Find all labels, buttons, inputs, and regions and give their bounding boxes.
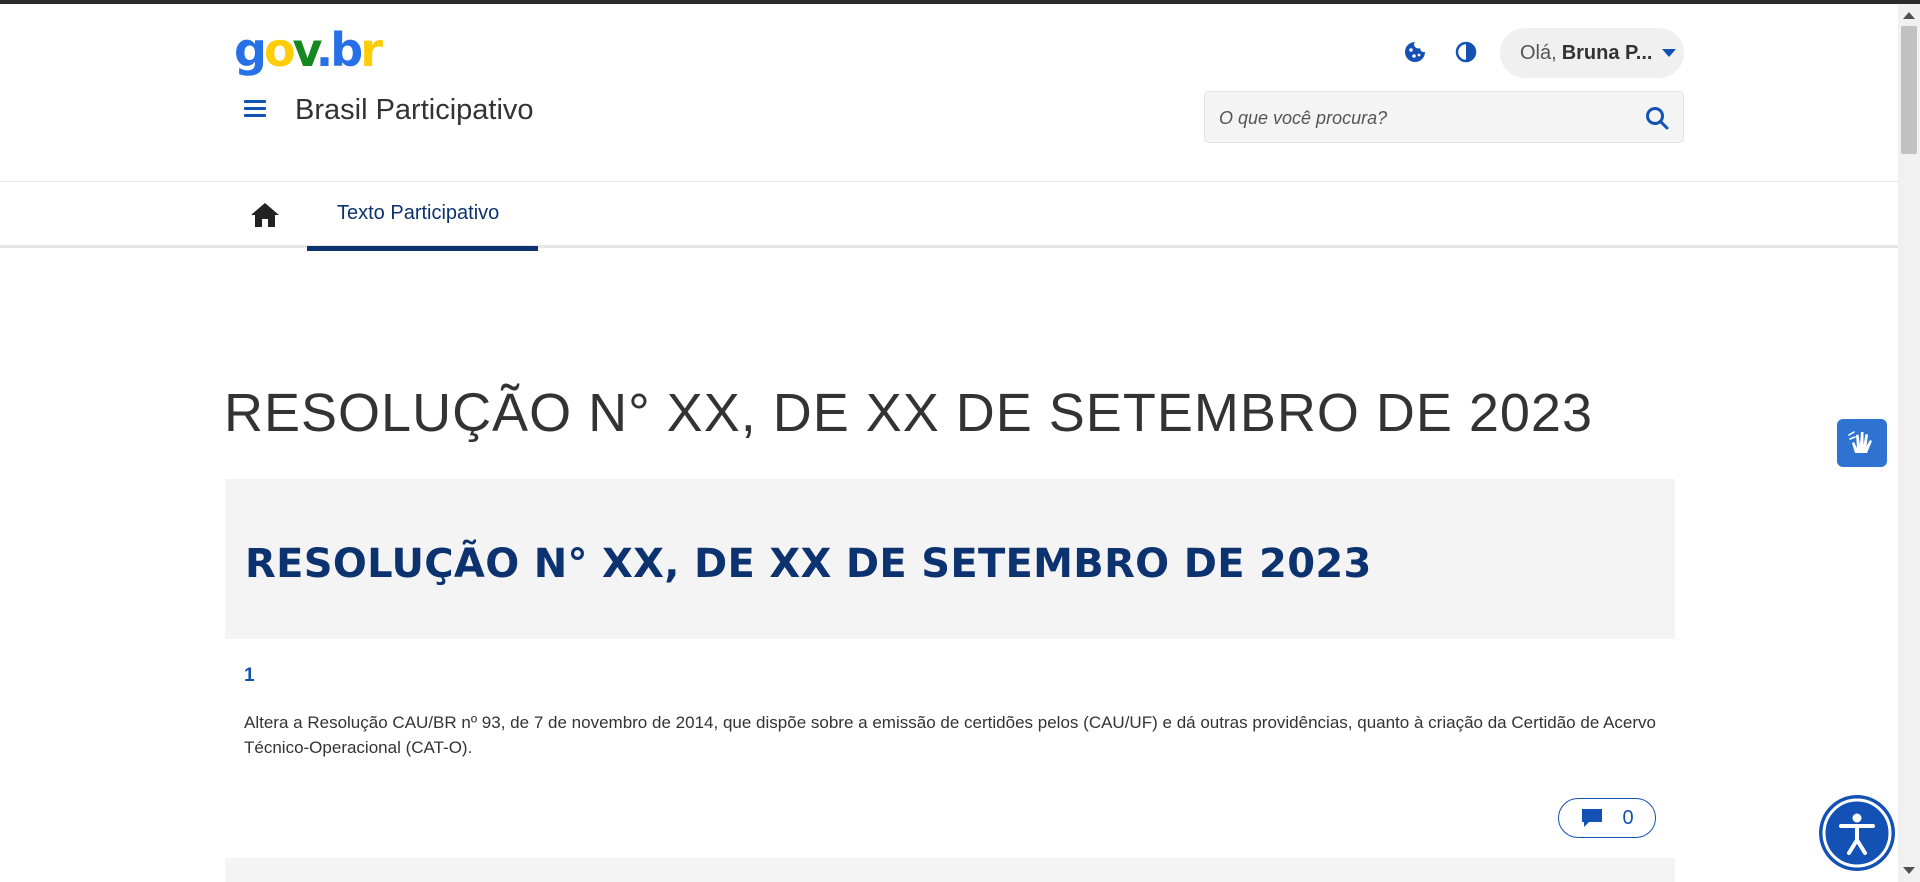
user-name: Bruna P...	[1561, 41, 1653, 64]
contrast-icon[interactable]	[1448, 34, 1484, 70]
search-box	[1204, 91, 1684, 143]
site-header: gov.br Brasil Participativo Olá, Bruna P…	[0, 4, 1898, 182]
comment-count: 0	[1622, 806, 1634, 829]
tab-bar: Texto Participativo	[0, 182, 1898, 251]
comment-icon	[1582, 809, 1603, 827]
user-greeting: Olá,	[1520, 41, 1557, 64]
active-tab-indicator	[307, 246, 538, 251]
user-menu-button[interactable]: Olá, Bruna P...	[1500, 28, 1684, 78]
article-number: 1	[244, 665, 255, 686]
document-header-card: RESOLUÇÃO N° XX, DE XX DE SETEMBRO DE 20…	[225, 479, 1675, 639]
comment-button[interactable]: 0	[1558, 798, 1656, 838]
vertical-scrollbar[interactable]	[1898, 4, 1920, 882]
accessibility-icon[interactable]	[1802, 786, 1912, 880]
tab-label: Texto Participativo	[337, 202, 500, 224]
search-icon[interactable]	[1643, 104, 1671, 132]
govbr-logo[interactable]: gov.br	[234, 22, 383, 78]
article-text: Altera a Resolução CAU/BR nº 93, de 7 de…	[244, 713, 1656, 757]
cookie-icon[interactable]	[1397, 34, 1433, 70]
next-section-card	[225, 858, 1675, 882]
document-title: RESOLUÇÃO N° XX, DE XX DE SETEMBRO DE 20…	[245, 541, 1372, 587]
page-title: RESOLUÇÃO N° XX, DE XX DE SETEMBRO DE 20…	[224, 383, 1593, 443]
scroll-down-arrow[interactable]	[1903, 867, 1915, 874]
tab-texto-participativo[interactable]: Texto Participativo	[307, 182, 538, 251]
menu-icon[interactable]	[244, 100, 266, 120]
scroll-thumb[interactable]	[1901, 26, 1917, 154]
sign-language-icon[interactable]	[1837, 419, 1887, 467]
site-title: Brasil Participativo	[295, 94, 534, 126]
caret-down-icon	[1662, 49, 1677, 57]
search-input[interactable]	[1219, 104, 1619, 132]
scroll-up-arrow[interactable]	[1903, 12, 1915, 19]
home-icon[interactable]	[248, 200, 282, 230]
